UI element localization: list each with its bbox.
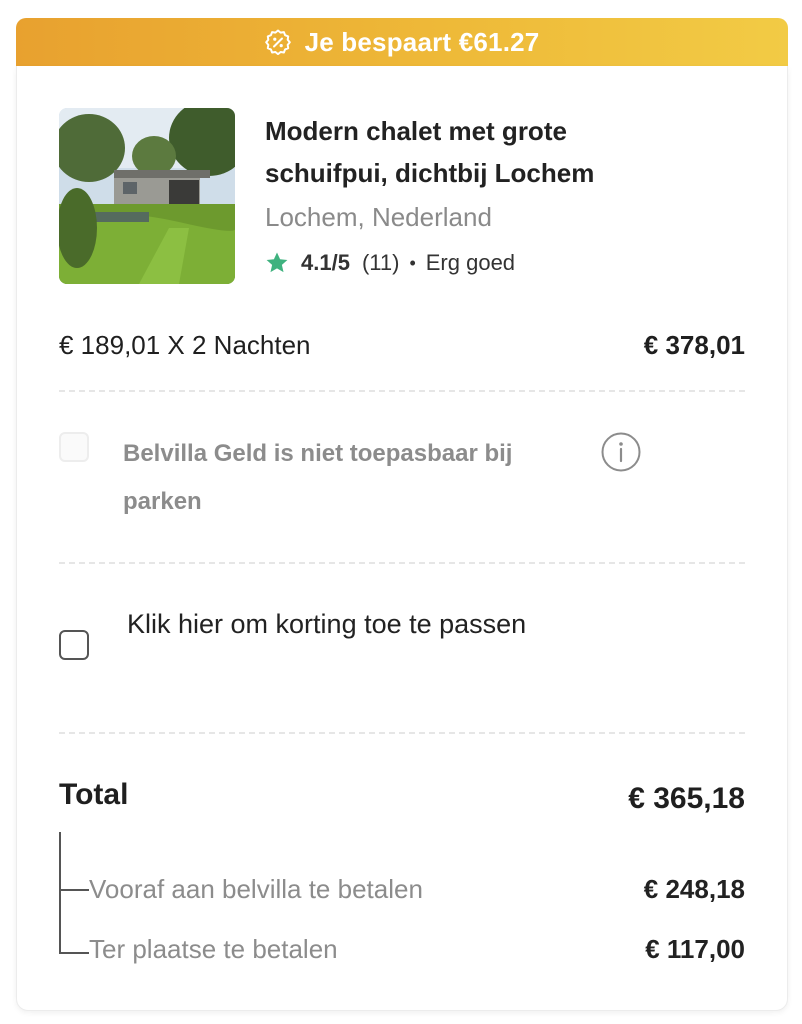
discount-label[interactable]: Klik hier om korting toe te passen [127, 600, 547, 648]
discount-badge-icon [264, 29, 291, 55]
property-title[interactable]: Modern chalet met grote schuifpui, dicht… [265, 110, 665, 194]
breakdown-tree-lines [59, 832, 91, 964]
prepay-label: Vooraf aan belvilla te betalen [89, 874, 423, 904]
rating-separator: • [409, 252, 416, 273]
onsite-amount: € 117,00 [645, 934, 745, 964]
discount-checkbox[interactable] [59, 630, 89, 660]
star-icon [265, 251, 289, 275]
divider [59, 562, 745, 564]
nights-price-label: € 189,01 X 2 Nachten [59, 330, 311, 360]
divider [59, 390, 745, 392]
savings-banner: Je bespaart €61.27 [16, 18, 788, 66]
nights-price-row: € 189,01 X 2 Nachten € 378,01 [59, 330, 745, 361]
rating-score: 4.1/5 [301, 250, 350, 275]
rating-label: Erg goed [425, 250, 516, 275]
savings-text: Je bespaart €61.27 [304, 26, 540, 57]
property-rating: 4.1/5 (11) • Erg goed [265, 250, 515, 276]
summary-card: Modern chalet met grote schuifpui, dicht… [16, 66, 788, 1011]
total-amount: € 365,18 [628, 782, 745, 815]
onsite-label: Ter plaatse te betalen [89, 934, 338, 964]
belvilla-money-checkbox[interactable] [59, 432, 89, 462]
info-icon[interactable] [601, 432, 641, 472]
property-photo[interactable] [59, 108, 235, 284]
rating-count: (11) [361, 250, 400, 275]
prepay-amount: € 248,18 [643, 874, 745, 904]
property-location: Lochem, Nederland [265, 202, 492, 232]
nights-price-amount: € 378,01 [643, 330, 745, 360]
total-label: Total [59, 778, 129, 811]
divider [59, 732, 745, 734]
booking-summary: Je bespaart €61.27 Modern chalet met gro… [0, 0, 802, 1024]
belvilla-money-label: Belvilla Geld is niet toepasbaar bij par… [123, 440, 513, 515]
